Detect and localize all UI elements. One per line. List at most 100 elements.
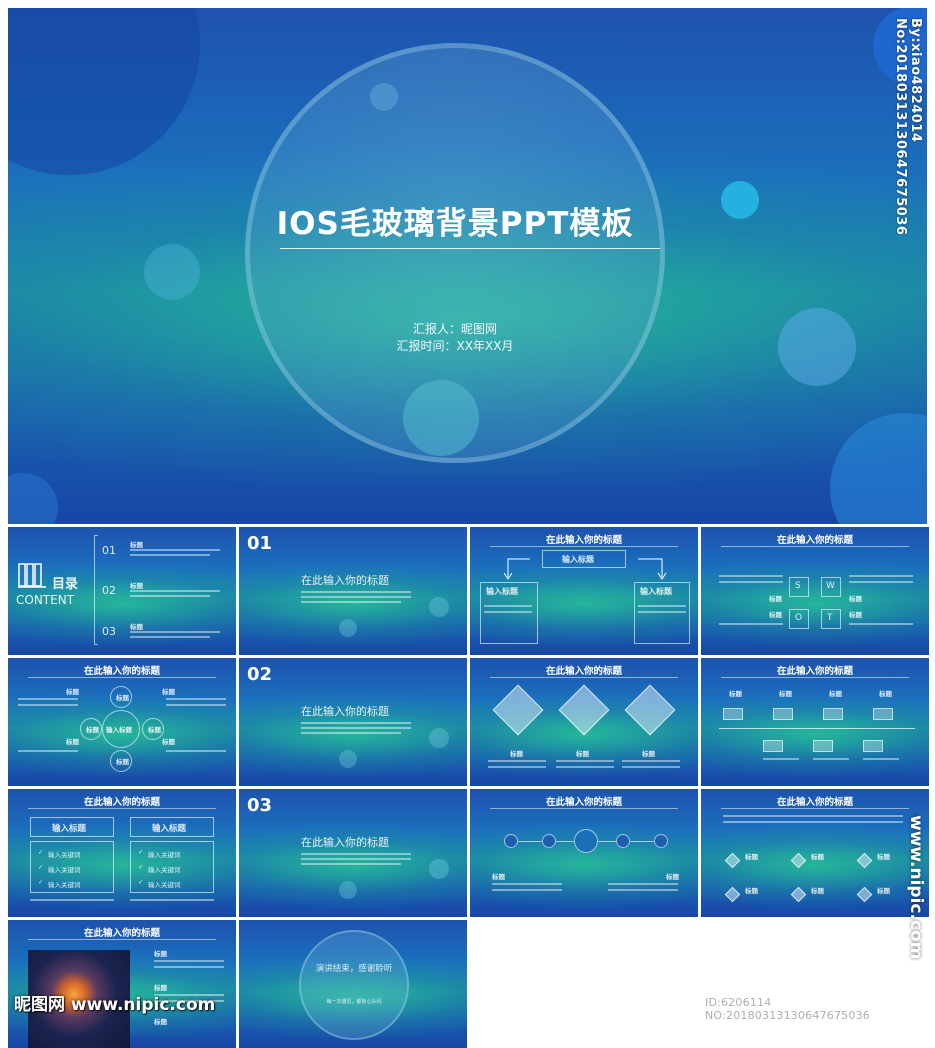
books-icon	[18, 563, 46, 588]
side-url-watermark: www.nipic.com	[906, 815, 926, 960]
compare-keyword: 输入关键词	[48, 851, 81, 859]
timeline-axis	[719, 728, 915, 729]
swot-label: 标题	[769, 611, 782, 619]
list-label: 标题	[877, 887, 890, 895]
swot-letter-s: S	[795, 581, 801, 591]
slide-thumb-diamond-list[interactable]: 在此输入你的标题 标题 标题 标题 标题 标题 标题	[701, 789, 929, 917]
diamond-1	[492, 684, 544, 736]
bubble-inner-bottom	[403, 380, 479, 456]
swot-letter-w: W	[826, 581, 835, 591]
bubble-inner-top	[370, 83, 398, 111]
slide-thumb-photo[interactable]: 在此输入你的标题 标题 标题 标题	[8, 920, 236, 1048]
text-line	[18, 704, 78, 706]
slide-title: 在此输入你的标题	[83, 666, 160, 677]
compare-keyword: 输入关键词	[48, 866, 81, 874]
text-line	[301, 863, 401, 865]
text-line	[556, 760, 614, 762]
slide-thumb-timeline[interactable]: 在此输入你的标题 标题 标题 标题 标题	[701, 658, 929, 786]
slide-thumb-section-1[interactable]: 01 在此输入你的标题	[239, 527, 467, 655]
text-line	[18, 750, 78, 752]
diamond-2	[558, 684, 610, 736]
timeline-tag	[873, 708, 893, 720]
text-line	[719, 581, 783, 583]
slide-title: 在此输入你的标题	[776, 666, 853, 677]
text-line	[719, 575, 783, 577]
slide-thumb-section-3[interactable]: 03 在此输入你的标题	[239, 789, 467, 917]
toc-num-2: 02	[102, 584, 116, 597]
hero-reporter: 汇报人：昵图网	[412, 322, 497, 336]
toc-label-3: 标题	[130, 623, 143, 631]
cycle-center-label: 输入标题	[106, 726, 132, 734]
timeline-tag	[863, 740, 883, 752]
check-icon: ✓	[138, 863, 144, 871]
cycle-node-label: 标题	[116, 694, 129, 702]
slide-title: 在此输入你的标题	[83, 928, 160, 939]
cycle-label: 标题	[66, 738, 79, 746]
timeline-tag	[813, 740, 833, 752]
toc-subtitle: CONTENT	[16, 593, 75, 607]
compare-keyword: 输入关键词	[148, 881, 181, 889]
empty-slot	[701, 920, 929, 1048]
list-diamond	[790, 852, 807, 869]
timeline-label: 标题	[779, 690, 792, 698]
slide-thumb-toc[interactable]: 目录 CONTENT 01 02 03 标题 标题 标题	[8, 527, 236, 655]
title-divider	[721, 808, 909, 809]
slide-thumb-swot[interactable]: 在此输入你的标题 S W O T 标题 标题 标题 标题	[701, 527, 929, 655]
slide-thumb-icons-row[interactable]: 在此输入你的标题 标题 标题	[470, 789, 698, 917]
compare-keyword: 输入关键词	[148, 851, 181, 859]
title-divider	[28, 677, 216, 678]
share-icon	[574, 829, 598, 853]
check-icon: ✓	[38, 878, 44, 886]
text-line	[622, 760, 680, 762]
text-line	[130, 631, 220, 633]
photo-label: 标题	[154, 1018, 167, 1026]
title-divider	[721, 677, 909, 678]
swot-letter-o: O	[795, 613, 803, 623]
text-line	[166, 698, 226, 700]
icon-node-5	[654, 834, 668, 848]
diamond-3	[624, 684, 676, 736]
text-line	[130, 899, 214, 901]
slide-thumb-diamonds[interactable]: 在此输入你的标题 标题 标题 标题	[470, 658, 698, 786]
slide-title: 在此输入你的标题	[83, 797, 160, 808]
slide-thumb-section-2[interactable]: 02 在此输入你的标题	[239, 658, 467, 786]
text-line	[18, 698, 78, 700]
cycle-node-label: 标题	[86, 726, 99, 734]
cycle-label: 标题	[162, 688, 175, 696]
compare-keyword: 输入关键词	[48, 881, 81, 889]
text-line	[301, 853, 411, 855]
text-line	[301, 732, 401, 734]
hero-title: IOS毛玻璃背景PPT模板	[276, 206, 634, 242]
slide-thumb-cycle[interactable]: 在此输入你的标题 输入标题 标题 标题 标题 标题 标题 标题 标题 标题	[8, 658, 236, 786]
bubble	[339, 619, 357, 637]
icon-node-1	[504, 834, 518, 848]
slide-thumb-flow[interactable]: 在此输入你的标题 输入标题 输入标题 输入标题	[470, 527, 698, 655]
compare-left-label: 输入标题	[52, 824, 87, 834]
slide-thumb-compare[interactable]: 在此输入你的标题 输入标题 输入标题 输入关键词 输入关键词 输入关键词 输入关…	[8, 789, 236, 917]
list-label: 标题	[877, 853, 890, 861]
timeline-tag	[823, 708, 843, 720]
slide-title: 在此输入你的标题	[776, 797, 853, 808]
photo-label: 标题	[154, 950, 167, 958]
list-label: 标题	[745, 887, 758, 895]
text-line	[166, 704, 226, 706]
text-line	[301, 722, 411, 724]
bubble	[339, 881, 357, 899]
section-number: 03	[247, 795, 273, 816]
title-divider	[28, 939, 216, 940]
list-diamond	[856, 886, 873, 903]
bubble-bottom-right	[830, 413, 927, 524]
slide-thumb-end[interactable]: 演讲结束，感谢聆听 每一次遇见，都有心头闪	[239, 920, 467, 1048]
text-line	[130, 549, 220, 551]
text-line	[556, 766, 614, 768]
slide-title: 在此输入你的标题	[776, 535, 853, 546]
timeline-label: 标题	[729, 690, 742, 698]
empty-slot	[470, 920, 698, 1048]
section-title: 在此输入你的标题	[301, 705, 389, 718]
text-line	[30, 899, 114, 901]
bubble-cyan-right	[721, 181, 759, 219]
hero-slide[interactable]: IOS毛玻璃背景PPT模板 汇报人：昵图网 汇报时间：XX年XX月 By:xia…	[8, 8, 927, 524]
swot-letter-t: T	[827, 613, 833, 623]
text-line	[301, 727, 411, 729]
swot-label: 标题	[769, 595, 782, 603]
